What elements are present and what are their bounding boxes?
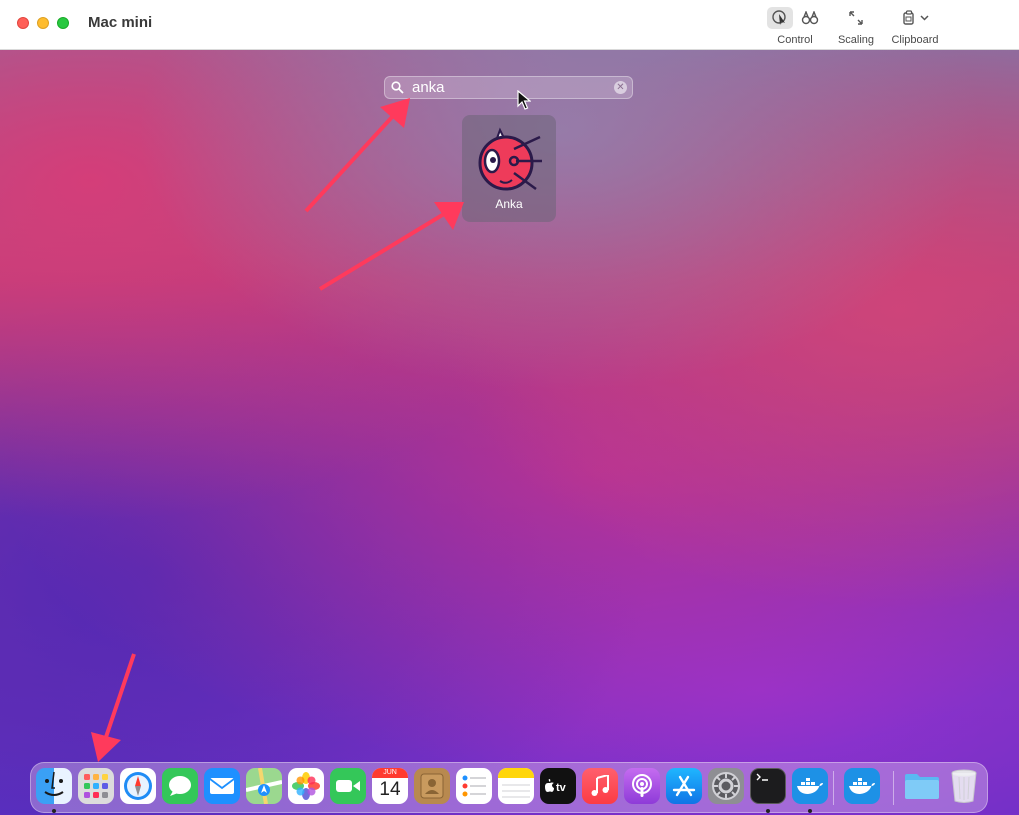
anka-app-icon <box>478 127 542 191</box>
clear-search-icon[interactable]: ✕ <box>614 81 627 94</box>
dock-facetime-icon[interactable] <box>330 768 366 804</box>
running-indicator <box>766 809 770 813</box>
chevron-down-icon <box>919 15 929 21</box>
svg-text:tv: tv <box>556 782 567 793</box>
arrow-to-launchpad <box>91 653 136 762</box>
dock-app-store-icon[interactable] <box>666 768 702 804</box>
arrow-to-search <box>304 98 410 213</box>
dock-podcasts-icon[interactable] <box>624 768 660 804</box>
calendar-day: 14 <box>379 779 401 800</box>
zoom-window-button[interactable] <box>57 17 69 29</box>
clipboard-label: Clipboard <box>891 34 939 46</box>
dock-docker-icon[interactable] <box>844 768 880 804</box>
arrow-to-anka <box>318 202 464 291</box>
dock-apple-tv-icon[interactable]: tv <box>540 768 576 804</box>
running-indicator <box>52 809 56 813</box>
dock-system-preferences-icon[interactable] <box>708 768 744 804</box>
dock-mail-icon[interactable] <box>204 768 240 804</box>
dock-calendar-icon[interactable]: JUN 14 <box>372 768 408 804</box>
dock: JUN 14 tv <box>30 762 988 813</box>
dock-trash-icon[interactable] <box>946 768 982 804</box>
running-indicator <box>808 809 812 813</box>
control-tool[interactable]: Control <box>764 6 826 46</box>
app-result-anka[interactable]: Anka <box>462 115 556 222</box>
app-result-label: Anka <box>495 197 523 211</box>
dock-terminal-icon[interactable] <box>750 768 786 804</box>
scaling-tool[interactable]: Scaling <box>834 6 878 46</box>
dock-launchpad-icon[interactable] <box>78 768 114 804</box>
clipboard-icon <box>902 10 914 25</box>
dock-safari-icon[interactable] <box>120 768 156 804</box>
dock-finder-icon[interactable] <box>36 768 72 804</box>
search-icon <box>391 81 404 94</box>
scaling-icon <box>849 11 863 25</box>
clipboard-tool[interactable]: Clipboard <box>887 6 943 46</box>
minimize-window-button[interactable] <box>37 17 49 29</box>
control-label: Control <box>777 34 813 46</box>
control-pointer-icon[interactable] <box>767 7 793 29</box>
dock-music-icon[interactable] <box>582 768 618 804</box>
dock-docker-icon[interactable] <box>792 768 828 804</box>
dock-messages-icon[interactable] <box>162 768 198 804</box>
dock-folder-icon[interactable] <box>904 768 940 804</box>
remote-desktop[interactable]: anka ✕ Anka JUN 14 tv <box>0 50 1019 815</box>
dock-separator <box>893 771 894 805</box>
dock-notes-icon[interactable] <box>498 768 534 804</box>
calendar-month: JUN <box>372 768 408 778</box>
search-input-value[interactable]: anka <box>412 79 445 96</box>
dock-separator <box>833 771 834 805</box>
scaling-label: Scaling <box>837 34 875 46</box>
launchpad-search-field[interactable]: anka ✕ <box>384 76 633 99</box>
dock-reminders-icon[interactable] <box>456 768 492 804</box>
close-window-button[interactable] <box>17 17 29 29</box>
dock-contacts-icon[interactable] <box>414 768 450 804</box>
window-titlebar: Mac mini Control Scaling Clipboard <box>0 0 1019 50</box>
window-title: Mac mini <box>88 14 153 31</box>
mouse-pointer-icon <box>517 90 531 110</box>
dock-photos-icon[interactable] <box>288 768 324 804</box>
view-binoculars-icon[interactable] <box>797 7 823 29</box>
dock-maps-icon[interactable] <box>246 768 282 804</box>
